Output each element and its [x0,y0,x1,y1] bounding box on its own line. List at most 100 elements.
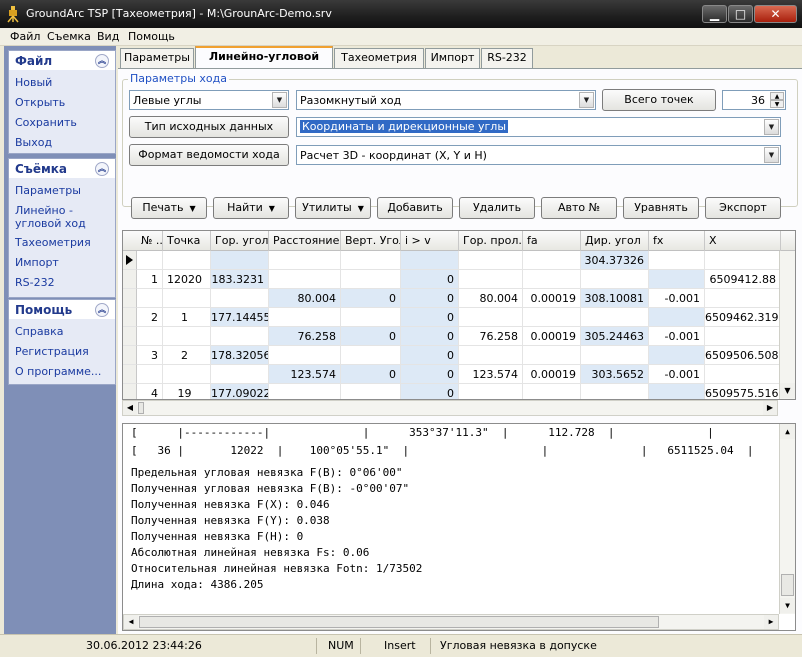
table-cell[interactable] [705,327,781,346]
table-cell[interactable] [459,308,523,327]
sidebar-item-tacheometry[interactable]: Тахеометрия [15,236,115,249]
scroll-thumb[interactable] [781,574,794,596]
angles-select[interactable]: Левые углы ▼ [129,90,289,110]
table-cell[interactable] [211,289,269,308]
table-cell[interactable] [459,270,523,289]
utilities-button[interactable]: Утилиты ▼ [295,197,371,219]
table-row[interactable]: 2 1 177.14455 0 6509462.319 [123,308,781,327]
scroll-down-icon[interactable]: ▼ [780,383,795,398]
table-cell[interactable]: 12020 [163,270,211,289]
table-cell[interactable]: 305.24463 [581,327,649,346]
table-cell[interactable] [581,346,649,365]
table-cell[interactable]: 1 [137,270,163,289]
table-cell[interactable]: 2 [137,308,163,327]
collapse-icon[interactable]: ︽ [95,162,109,176]
chevron-down-icon[interactable]: ▼ [764,119,779,135]
traverse-type-select[interactable]: Разомкнутый ход ▼ [296,90,596,110]
tab-rs232[interactable]: RS-232 [481,48,533,68]
sidebar-item-rs232[interactable]: RS-232 [15,276,115,289]
table-cell[interactable]: 303.5652 [581,365,649,384]
table-row[interactable]: 123.574 0 0 123.574 0.00019 303.5652 -0.001 [123,365,781,384]
table-cell[interactable]: 80.004 [459,289,523,308]
table-cell[interactable] [459,251,523,270]
table-cell[interactable]: 6509412.88 [705,270,781,289]
sidebar-group-survey[interactable]: Съёмка ︽ [8,158,116,178]
table-cell[interactable] [163,251,211,270]
table-cell[interactable]: 308.10081 [581,289,649,308]
table-cell[interactable]: 0 [401,270,459,289]
table-cell[interactable] [341,308,401,327]
menu-file[interactable]: Файл [10,30,40,43]
row-indicator[interactable] [123,289,137,308]
sidebar-item-save[interactable]: Сохранить [15,116,115,129]
close-button[interactable]: ✕ [754,5,797,23]
sidebar-item-traverse[interactable]: Линейно - угловой ход [15,204,115,230]
table-cell[interactable]: 0.00019 [523,289,581,308]
table-cell[interactable]: 6509575.516 [705,384,781,399]
table-row[interactable]: 3 2 178.32056 0 6509506.508 [123,346,781,365]
minimize-button[interactable]: ▁ [702,5,727,23]
table-cell[interactable] [523,270,581,289]
sidebar-item-register[interactable]: Регистрация [15,345,115,358]
col-header[interactable]: fx [649,231,705,251]
tab-tacheometry[interactable]: Тахеометрия [334,48,424,68]
adjust-button[interactable]: Уравнять [623,197,699,219]
chevron-down-icon[interactable]: ▼ [272,92,287,108]
table-cell[interactable] [649,384,705,399]
table-cell[interactable] [341,251,401,270]
table-cell[interactable] [459,346,523,365]
table-cell[interactable] [523,308,581,327]
scroll-thumb[interactable] [139,616,659,628]
table-cell[interactable]: 304.37326 [581,251,649,270]
spin-down-icon[interactable]: ▼ [770,100,784,108]
table-cell[interactable] [581,308,649,327]
report-horizontal-scrollbar[interactable]: ◀ ▶ [123,614,779,630]
table-cell[interactable] [649,308,705,327]
traverse-grid[interactable]: № ... Точка Гор. угол Расстояние... Верт… [122,230,796,400]
table-cell[interactable]: 178.32056 [211,346,269,365]
col-header[interactable]: fa [523,231,581,251]
table-cell[interactable]: 183.3231 [211,270,269,289]
table-cell[interactable]: 76.258 [459,327,523,346]
menu-survey[interactable]: Съемка [47,30,91,43]
col-header[interactable]: X [705,231,781,251]
table-row[interactable]: 1 12020 183.3231 0 6509412.88 [123,270,781,289]
table-cell[interactable]: 4 [137,384,163,399]
menu-help[interactable]: Помощь [128,30,175,43]
scroll-right-icon[interactable]: ▶ [763,401,777,415]
col-header[interactable]: i > v [401,231,459,251]
row-indicator[interactable] [123,346,137,365]
maximize-button[interactable]: □ [728,5,753,23]
sidebar-item-parameters[interactable]: Параметры [15,184,115,197]
table-cell[interactable]: 6509462.319 [705,308,781,327]
table-cell[interactable] [523,346,581,365]
table-cell[interactable]: 80.004 [269,289,341,308]
scroll-down-icon[interactable]: ▼ [780,598,795,613]
table-cell[interactable]: 2 [163,346,211,365]
tab-import[interactable]: Импорт [425,48,480,68]
sidebar-item-new[interactable]: Новый [15,76,115,89]
table-cell[interactable] [211,327,269,346]
total-points-button[interactable]: Всего точек [602,89,716,111]
table-cell[interactable] [163,327,211,346]
scroll-thumb[interactable] [138,402,144,414]
add-button[interactable]: Добавить [377,197,453,219]
table-cell[interactable] [269,346,341,365]
table-cell[interactable]: -0.001 [649,289,705,308]
menu-view[interactable]: Вид [97,30,119,43]
table-cell[interactable] [649,346,705,365]
row-indicator[interactable] [123,308,137,327]
table-cell[interactable] [341,384,401,399]
table-cell[interactable] [341,346,401,365]
delete-button[interactable]: Удалить [459,197,535,219]
table-cell[interactable]: 0 [401,384,459,399]
chevron-down-icon[interactable]: ▼ [764,147,779,163]
table-cell[interactable]: 0 [401,327,459,346]
table-cell[interactable] [269,384,341,399]
report-text-area[interactable]: [ |------------| | 353°37'11.3" | 112.72… [122,423,796,631]
table-cell[interactable]: 76.258 [269,327,341,346]
source-type-select[interactable]: Координаты и дирекционные углы ▼ [296,117,781,137]
col-header[interactable]: № ... [137,231,163,251]
table-cell[interactable] [137,327,163,346]
table-cell[interactable] [137,251,163,270]
